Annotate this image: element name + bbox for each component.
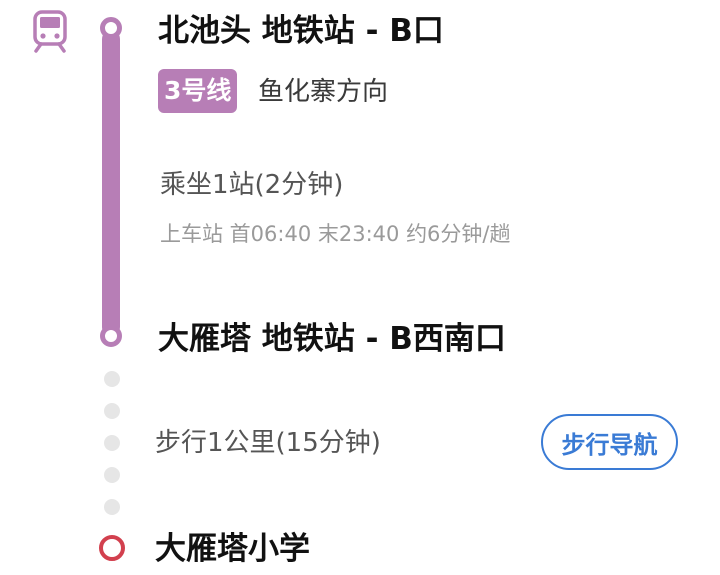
alighting-station-node: [100, 325, 122, 347]
destination-name: 大雁塔小学: [155, 531, 310, 567]
walk-dot: [104, 403, 120, 419]
boarding-station-node: [100, 17, 122, 39]
walk-dot: [104, 467, 120, 483]
ride-info: 乘坐1站(2分钟): [160, 170, 344, 200]
walk-info: 步行1公里(15分钟): [155, 428, 381, 458]
metro-icon: [28, 8, 72, 54]
walk-navigation-button[interactable]: 步行导航: [541, 414, 678, 470]
walk-dot: [104, 371, 120, 387]
line-badge: 3号线: [158, 69, 238, 113]
destination-node: [99, 535, 125, 561]
walk-dot: [104, 435, 120, 451]
metro-line-segment: [102, 30, 120, 336]
line-direction: 鱼化寨方向: [258, 77, 389, 107]
schedule-info: 上车站 首06:40 末23:40 约6分钟/趟: [160, 222, 511, 246]
boarding-station-name: 北池头 地铁站 - B口: [158, 13, 444, 49]
walk-dot: [104, 499, 120, 515]
alighting-station-name: 大雁塔 地铁站 - B西南口: [158, 321, 506, 357]
